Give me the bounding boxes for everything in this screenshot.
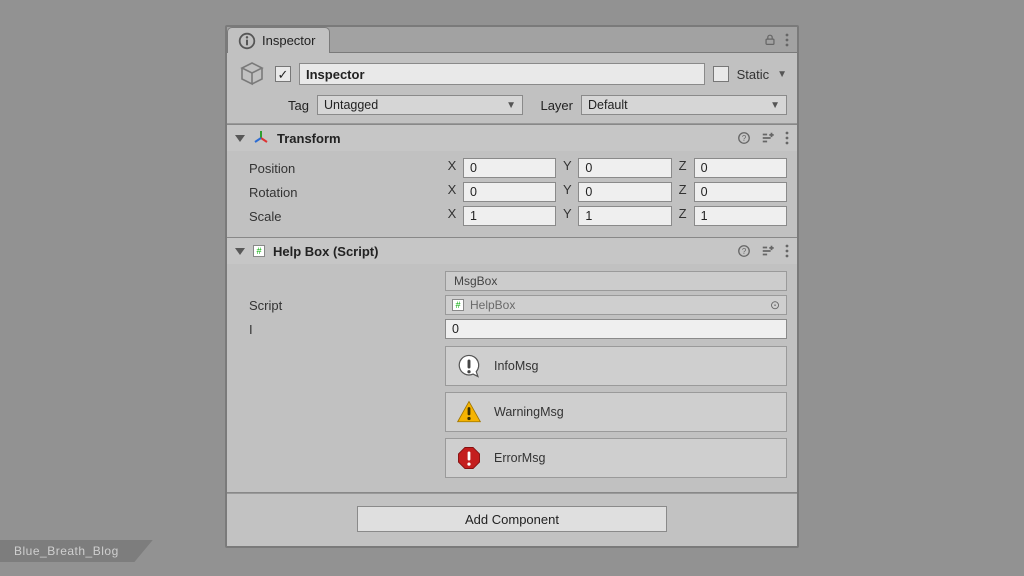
info-bubble-icon [456,353,482,379]
kebab-menu-icon[interactable] [785,131,789,145]
enabled-checkbox[interactable]: ✓ [275,66,291,82]
warning-triangle-icon [456,399,482,425]
warning-text: WarningMsg [494,405,564,419]
info-icon [238,32,256,50]
axis-z-label: Z [676,158,690,178]
position-label: Position [249,161,439,176]
add-component-button[interactable]: Add Component [357,506,667,532]
error-helpbox: ErrorMsg [445,438,787,478]
watermark-tag: Blue_Breath_Blog [0,540,153,562]
foldout-icon [235,135,245,142]
object-header: ✓ Inspector Static ▼ Tag Untagged ▼ Laye… [227,53,797,124]
position-z-input[interactable]: 0 [694,158,787,178]
rotation-label: Rotation [249,185,439,200]
script-object-field[interactable]: # HelpBox ⊙ [445,295,787,315]
rotation-y-input[interactable]: 0 [578,182,671,202]
transform-component: Transform ? Position X 0 Y 0 Z 0 Ro [227,124,797,238]
chevron-down-icon: ▼ [506,100,516,111]
error-text: ErrorMsg [494,451,545,465]
prefab-icon [237,59,267,89]
warning-helpbox: WarningMsg [445,392,787,432]
info-helpbox: InfoMsg [445,346,787,386]
error-octagon-icon [456,445,482,471]
lock-icon[interactable] [763,33,777,47]
msgbox-header-row: MsgBox [249,270,787,292]
rotation-z-input[interactable]: 0 [694,182,787,202]
transform-header[interactable]: Transform ? [227,125,797,151]
svg-text:?: ? [742,134,747,143]
scale-label: Scale [249,209,439,224]
enabled-checkmark: ✓ [278,68,289,81]
svg-text:?: ? [742,247,747,256]
foldout-icon [235,248,245,255]
axis-y-label: Y [560,158,574,178]
tag-dropdown[interactable]: Untagged ▼ [317,95,523,115]
i-label: I [249,322,439,337]
csharp-script-icon: # [452,299,464,311]
add-component-area: Add Component [227,493,797,546]
transform-icon [253,130,269,146]
object-picker-icon[interactable]: ⊙ [770,298,780,312]
position-y-input[interactable]: 0 [578,158,671,178]
helpbox-header[interactable]: # Help Box (Script) ? [227,238,797,264]
i-row: I 0 [249,318,787,340]
script-label: Script [249,298,439,313]
script-name: HelpBox [470,298,515,312]
kebab-menu-icon[interactable] [785,33,789,47]
object-name-value: Inspector [306,67,365,82]
static-checkbox[interactable] [713,66,729,82]
helpbox-component: # Help Box (Script) ? MsgBox Script # [227,238,797,493]
csharp-script-icon: # [253,245,265,257]
layer-dropdown[interactable]: Default ▼ [581,95,787,115]
kebab-menu-icon[interactable] [785,244,789,258]
scale-x-input[interactable]: 1 [463,206,556,226]
position-x-input[interactable]: 0 [463,158,556,178]
help-icon[interactable]: ? [737,131,751,145]
presets-icon[interactable] [761,244,775,258]
position-row: Position X 0 Y 0 Z 0 [249,157,787,179]
layer-value: Default [588,98,628,112]
axis-x-label: X [445,158,459,178]
layer-label: Layer [531,98,573,113]
scale-y-input[interactable]: 1 [578,206,671,226]
static-dropdown-arrow[interactable]: ▼ [777,69,787,80]
inspector-panel: Inspector ✓ Insp [225,25,799,548]
chevron-down-icon: ▼ [770,100,780,111]
help-icon[interactable]: ? [737,244,751,258]
tag-label: Tag [275,98,309,113]
i-input[interactable]: 0 [445,319,787,339]
presets-icon[interactable] [761,131,775,145]
script-row: Script # HelpBox ⊙ [249,294,787,316]
tag-value: Untagged [324,98,378,112]
scale-z-input[interactable]: 1 [694,206,787,226]
scale-row: Scale X 1 Y 1 Z 1 [249,205,787,227]
tab-strip: Inspector [227,27,797,53]
msgbox-header-label: MsgBox [445,271,787,291]
static-label: Static [737,67,770,82]
object-name-input[interactable]: Inspector [299,63,705,85]
transform-title: Transform [277,131,341,146]
helpbox-title: Help Box (Script) [273,244,378,259]
rotation-x-input[interactable]: 0 [463,182,556,202]
rotation-row: Rotation X 0 Y 0 Z 0 [249,181,787,203]
info-text: InfoMsg [494,359,538,373]
inspector-tab[interactable]: Inspector [227,27,330,53]
add-component-label: Add Component [465,512,559,527]
tab-title: Inspector [262,33,315,48]
